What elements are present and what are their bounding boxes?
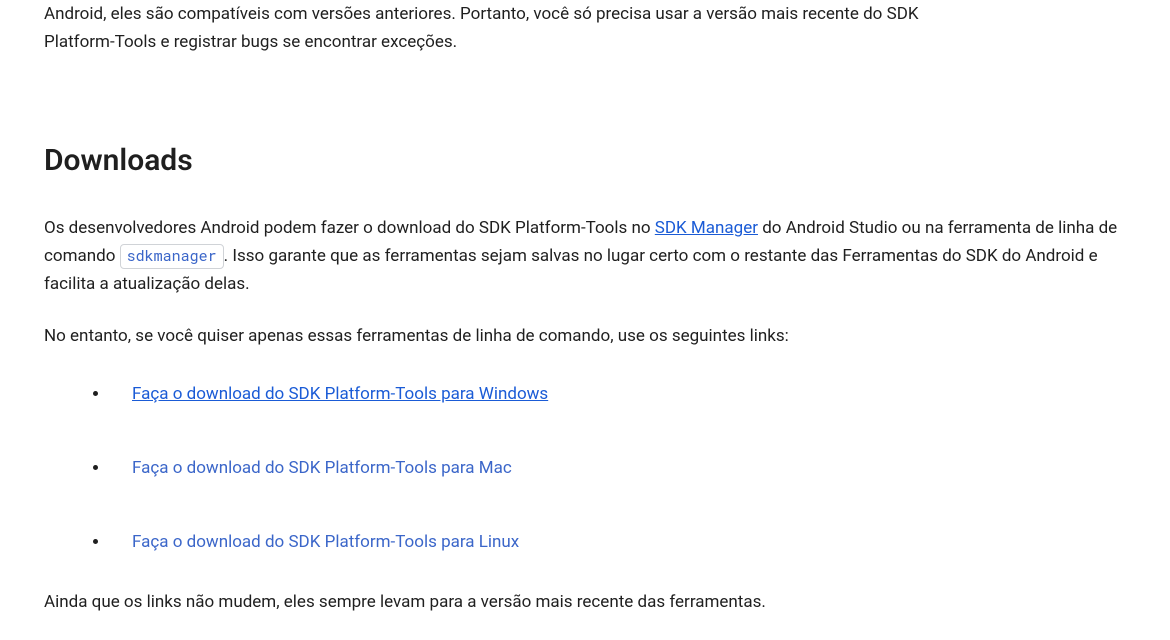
downloads-heading: Downloads	[44, 136, 1126, 186]
download-links-list: Faça o download do SDK Platform-Tools pa…	[44, 380, 1126, 556]
downloads-footer: Ainda que os links não mudem, eles sempr…	[44, 588, 1126, 616]
intro-fragment-line1: Android, eles são compatíveis com versõe…	[44, 4, 919, 24]
list-item: Faça o download do SDK Platform-Tools pa…	[110, 380, 1126, 408]
sdkmanager-code: sdkmanager	[120, 244, 224, 269]
download-windows-link[interactable]: Faça o download do SDK Platform-Tools pa…	[132, 384, 548, 404]
download-mac-link[interactable]: Faça o download do SDK Platform-Tools pa…	[132, 458, 512, 478]
downloads-para-1-pre: Os desenvolvedores Android podem fazer o…	[44, 218, 655, 238]
sdk-manager-link[interactable]: SDK Manager	[655, 218, 758, 238]
download-linux-link[interactable]: Faça o download do SDK Platform-Tools pa…	[132, 532, 519, 552]
downloads-para-2: No entanto, se você quiser apenas essas …	[44, 322, 1126, 350]
intro-fragment: Android, eles são compatíveis com versõe…	[44, 0, 1126, 56]
list-item: Faça o download do SDK Platform-Tools pa…	[110, 528, 1126, 556]
list-item: Faça o download do SDK Platform-Tools pa…	[110, 454, 1126, 482]
downloads-para-1: Os desenvolvedores Android podem fazer o…	[44, 214, 1126, 298]
intro-fragment-line2: Platform-Tools e registrar bugs se encon…	[44, 32, 457, 52]
